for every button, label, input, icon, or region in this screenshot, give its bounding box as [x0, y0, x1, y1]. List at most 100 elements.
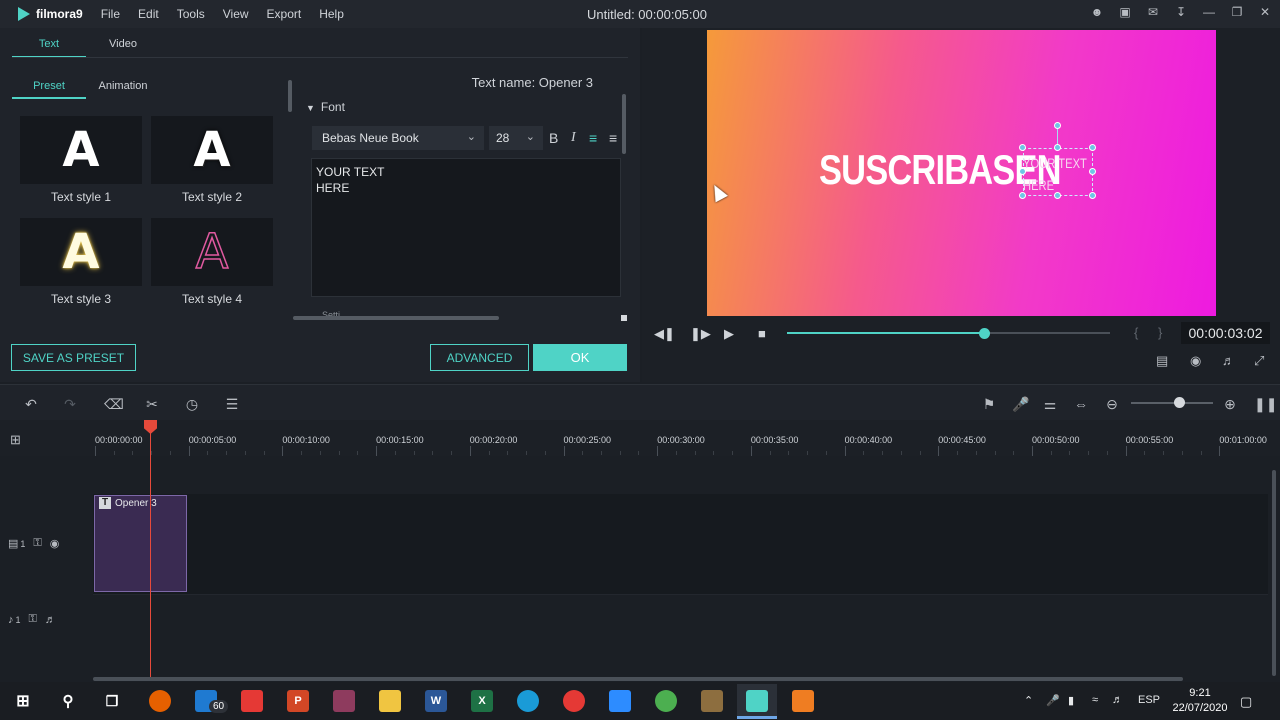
volume-icon[interactable]: ♬ — [1222, 353, 1235, 368]
mail-icon[interactable]: ✉ — [1146, 5, 1160, 19]
snapshot-icon[interactable]: ◉ — [1190, 353, 1201, 369]
resize-handle-tr[interactable] — [1089, 144, 1096, 151]
zoom-out-icon[interactable]: ⊖ — [1104, 396, 1120, 413]
video-track-1[interactable] — [93, 494, 1268, 594]
text-style-4[interactable]: A Text style 4 — [151, 218, 273, 306]
clock[interactable]: 9:21 22/07/2020 — [1160, 686, 1240, 716]
ok-button[interactable]: OK — [533, 344, 627, 371]
resize-handle-b[interactable] — [1054, 192, 1061, 199]
italic-button[interactable]: I — [571, 130, 576, 146]
battery-icon[interactable]: ▮ — [1068, 694, 1074, 707]
speaker-icon[interactable]: ♬ — [45, 614, 56, 626]
account-icon[interactable]: ☻ — [1090, 5, 1104, 19]
rotate-handle[interactable] — [1054, 122, 1061, 129]
save-icon[interactable]: ▣ — [1118, 5, 1132, 19]
minimize-icon[interactable]: — — [1202, 5, 1216, 19]
app-icon-orange[interactable] — [792, 690, 814, 712]
notifications-icon[interactable]: ▢ — [1240, 694, 1252, 710]
timeline-hscrollbar[interactable] — [93, 677, 1183, 681]
task-view-icon[interactable]: ❐ — [101, 690, 123, 712]
speaker-tray-icon[interactable]: ♬ — [1112, 694, 1123, 706]
bold-button[interactable]: B — [549, 130, 558, 146]
word-icon[interactable]: W — [425, 690, 447, 712]
zoom-handle[interactable] — [1174, 397, 1185, 408]
timeline-vscrollbar[interactable] — [1272, 470, 1276, 676]
font-family-select[interactable]: Bebas Neue Book ⌄ — [312, 126, 484, 150]
menu-tools[interactable]: Tools — [177, 7, 205, 21]
menu-view[interactable]: View — [223, 7, 249, 21]
filmora-taskbar-icon[interactable] — [746, 690, 768, 712]
resize-handle-l[interactable] — [1019, 168, 1026, 175]
restore-icon[interactable]: ❐ — [1230, 5, 1244, 19]
cut-icon[interactable]: ✂ — [144, 396, 160, 413]
menu-file[interactable]: File — [101, 7, 120, 21]
preview-canvas[interactable]: SUSCRIBASEN YOUR TEXT HERE — [707, 30, 1216, 316]
stop-icon[interactable]: ■ — [758, 326, 766, 341]
tray-expand-icon[interactable]: ⌃ — [1024, 694, 1033, 707]
title-clip[interactable]: T Opener 3 — [94, 495, 187, 592]
resize-handle-r[interactable] — [1089, 168, 1096, 175]
close-icon[interactable]: ✕ — [1258, 5, 1272, 19]
next-frame-icon[interactable]: ❚▶ — [690, 326, 711, 342]
adjust-icon[interactable]: ☰ — [224, 396, 240, 413]
recorder-icon[interactable] — [563, 690, 585, 712]
resize-handle-tl[interactable] — [1019, 144, 1026, 151]
layout-icon[interactable]: ❚❚ — [1254, 396, 1277, 413]
lock-icon[interactable]: ⚿ — [33, 537, 41, 550]
menu-help[interactable]: Help — [319, 7, 344, 21]
font-size-select[interactable]: 28 ⌄ — [489, 126, 543, 150]
winrar-icon[interactable] — [333, 690, 355, 712]
resize-handle-t[interactable] — [1054, 144, 1061, 151]
minecraft-icon[interactable] — [701, 690, 723, 712]
subtab-preset[interactable]: Preset — [12, 80, 86, 99]
zoom-app-icon[interactable] — [609, 690, 631, 712]
redo-icon[interactable]: ↷ — [62, 396, 78, 413]
text-style-3[interactable]: A Text style 3 — [20, 218, 142, 306]
acrobat-icon[interactable] — [241, 690, 263, 712]
zoom-in-icon[interactable]: ⊕ — [1222, 396, 1238, 413]
mixer-icon[interactable]: ⚌ — [1042, 396, 1058, 413]
firefox-icon[interactable] — [149, 690, 171, 712]
edge-icon[interactable] — [517, 690, 539, 712]
search-icon[interactable]: ⚲ — [57, 690, 79, 712]
text-input[interactable]: YOUR TEXT HERE — [311, 158, 621, 297]
eye-icon[interactable]: ◉ — [50, 537, 60, 550]
microphone-icon[interactable]: 🎤 — [1012, 396, 1029, 413]
windows-start-icon[interactable]: ⊞ — [12, 690, 34, 712]
chrome-icon[interactable] — [655, 690, 677, 712]
speed-icon[interactable]: ◷ — [184, 396, 200, 413]
resize-handle-bl[interactable] — [1019, 192, 1026, 199]
add-track-icon[interactable]: ⊞ — [10, 432, 21, 448]
styles-scrollbar[interactable] — [288, 80, 292, 112]
mark-in-out-icon[interactable]: { } — [1134, 325, 1170, 340]
seek-handle[interactable] — [979, 328, 991, 339]
delete-icon[interactable]: ⌫ — [104, 396, 124, 413]
text-style-1[interactable]: A Text style 1 — [20, 116, 142, 204]
file-explorer-icon[interactable] — [379, 690, 401, 712]
align-center-icon[interactable]: ≡ — [609, 130, 617, 146]
tray-mic-icon[interactable]: 🎤 — [1046, 694, 1060, 707]
tab-video[interactable]: Video — [86, 38, 160, 58]
play-icon[interactable]: ▶ — [724, 326, 734, 342]
powerpoint-icon[interactable]: P — [287, 690, 309, 712]
fit-icon[interactable]: ⇔ — [1073, 396, 1089, 412]
language-indicator[interactable]: ESP — [1138, 694, 1160, 706]
font-section-header[interactable]: ▼ Font — [306, 100, 345, 114]
wifi-icon[interactable]: ≈ — [1092, 694, 1098, 706]
lock-icon[interactable]: ⚿ — [29, 613, 37, 626]
prev-frame-icon[interactable]: ◀❚ — [654, 326, 675, 342]
menu-export[interactable]: Export — [267, 7, 302, 21]
zoom-slider[interactable] — [1131, 402, 1213, 404]
resize-handle-br[interactable] — [1089, 192, 1096, 199]
excel-icon[interactable]: X — [471, 690, 493, 712]
menu-edit[interactable]: Edit — [138, 7, 159, 21]
subtab-animation[interactable]: Animation — [86, 80, 160, 99]
audio-track-1[interactable] — [93, 594, 1268, 646]
display-settings-icon[interactable]: ▤ — [1156, 353, 1168, 369]
settings-hscrollbar[interactable] — [293, 316, 499, 320]
tab-text[interactable]: Text — [12, 38, 86, 58]
marker-icon[interactable]: ⚑ — [981, 396, 997, 413]
text-style-2[interactable]: A Text style 2 — [151, 116, 273, 204]
advanced-button[interactable]: ADVANCED — [430, 344, 529, 371]
undo-icon[interactable]: ↶ — [23, 396, 39, 413]
